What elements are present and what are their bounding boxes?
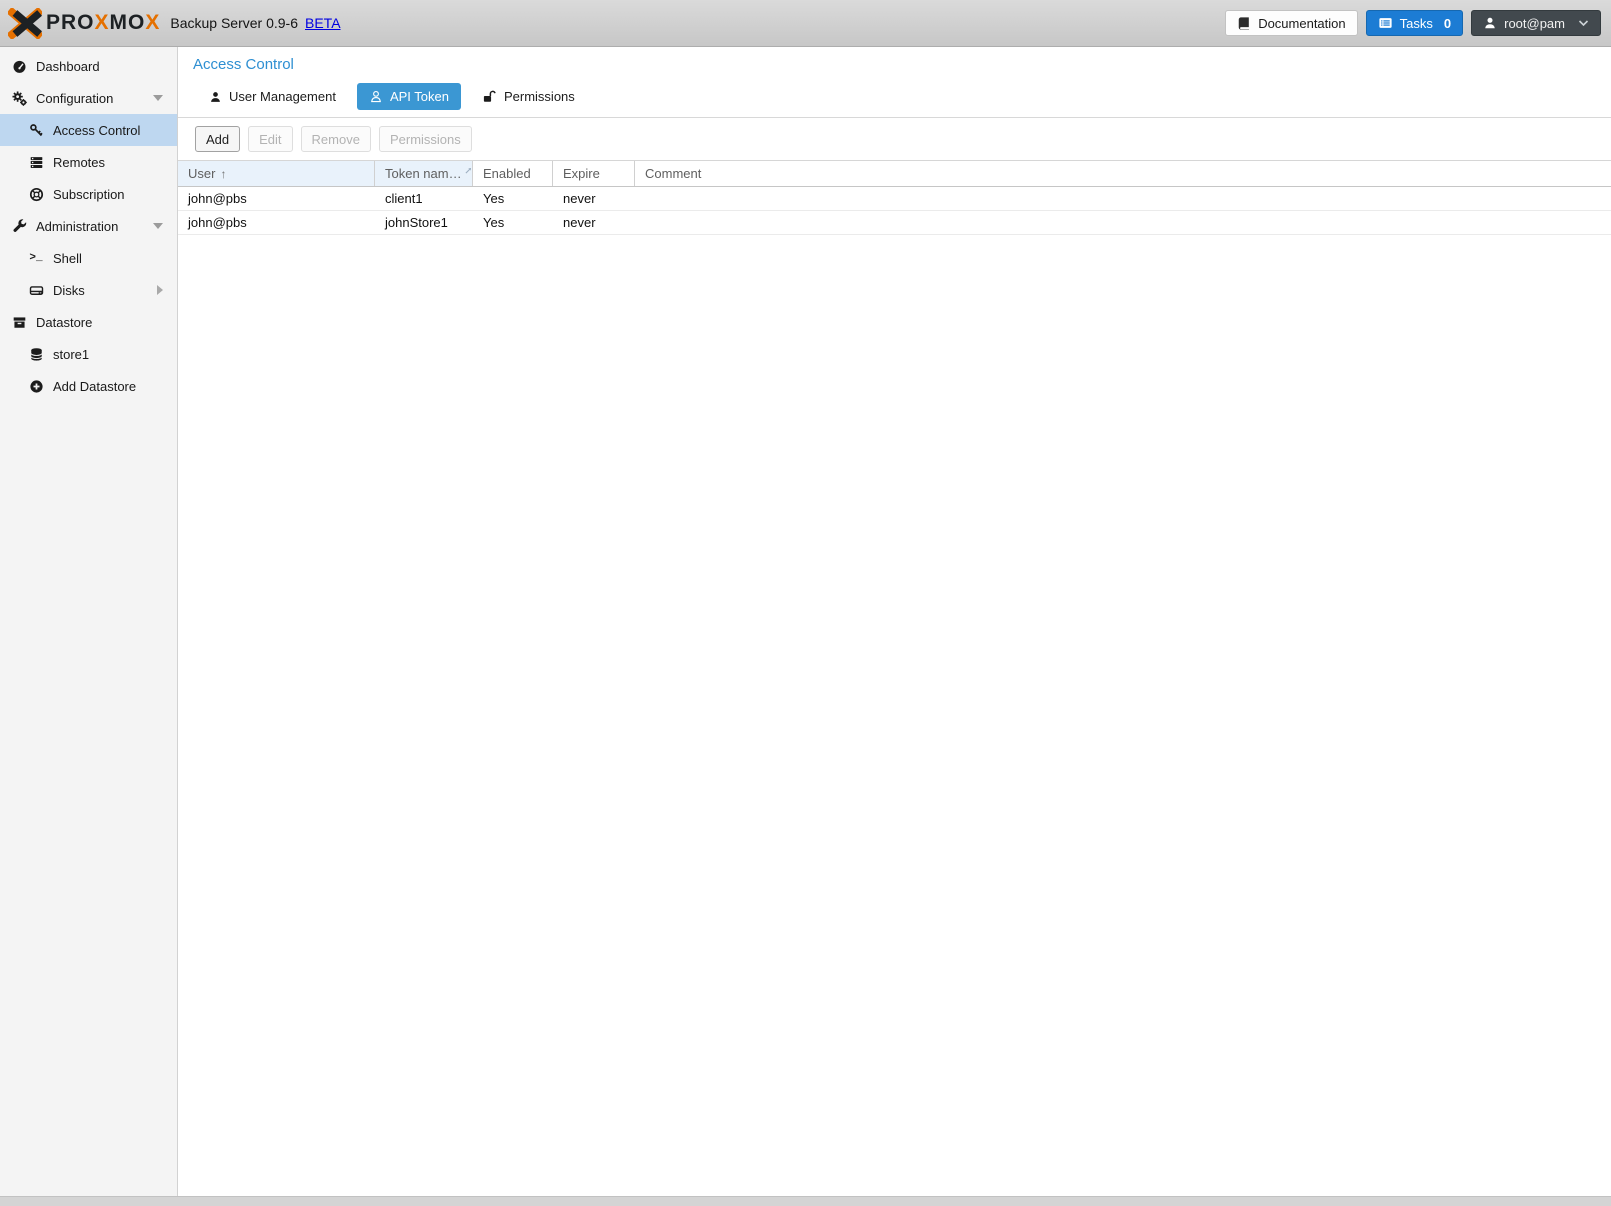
column-header-token-name[interactable]: Token nam…: [375, 161, 473, 186]
tab-api-token[interactable]: API Token: [357, 83, 461, 110]
cell-expire: never: [553, 191, 635, 206]
user-menu-button[interactable]: root@pam: [1471, 10, 1601, 36]
beta-link[interactable]: BETA: [305, 15, 341, 31]
sidebar-item-administration[interactable]: Administration: [0, 210, 177, 242]
table-header: User ↑ Token nam… Enabled Expire Comme: [178, 160, 1611, 187]
add-button[interactable]: Add: [195, 126, 240, 152]
column-header-user[interactable]: User ↑: [178, 161, 375, 186]
page-title: Access Control: [193, 56, 1611, 73]
user-icon: [209, 90, 222, 104]
sidebar-item-label: Datastore: [36, 315, 92, 330]
sidebar-item-label: Dashboard: [36, 59, 100, 74]
sidebar-item-remotes[interactable]: Remotes: [0, 146, 177, 178]
sidebar-item-configuration[interactable]: Configuration: [0, 82, 177, 114]
sidebar-item-shell[interactable]: >_ Shell: [0, 242, 177, 274]
tab-label: User Management: [229, 89, 336, 104]
chevron-down-icon: [1578, 19, 1589, 27]
tab-label: Permissions: [504, 89, 575, 104]
sidebar-item-label: Remotes: [53, 155, 105, 170]
tachometer-icon: [10, 59, 28, 74]
user-icon: [1483, 16, 1497, 30]
plus-circle-icon: [27, 379, 45, 394]
sort-ascending-icon: ↑: [220, 167, 226, 181]
sidebar-item-access-control[interactable]: Access Control: [0, 114, 177, 146]
main-panel: Access Control User Management: [178, 47, 1611, 1196]
top-header: PROXMOX Backup Server 0.9-6 BETA Documen…: [0, 0, 1611, 47]
tasks-label: Tasks: [1400, 16, 1433, 31]
task-list-icon: [1378, 16, 1393, 30]
documentation-label: Documentation: [1258, 16, 1345, 31]
tab-user-management[interactable]: User Management: [197, 83, 348, 110]
sidebar-item-label: Add Datastore: [53, 379, 136, 394]
tasks-count-badge: 0: [1444, 16, 1451, 31]
sidebar-item-disks[interactable]: Disks: [0, 274, 177, 306]
cell-user: john@pbs: [178, 191, 375, 206]
hdd-icon: [27, 283, 45, 298]
table-row[interactable]: john@pbs johnStore1 Yes never: [178, 211, 1611, 235]
tabbar: User Management API Token: [197, 83, 1611, 110]
sidebar-item-store1[interactable]: store1: [0, 338, 177, 370]
sidebar-item-label: store1: [53, 347, 89, 362]
cell-expire: never: [553, 215, 635, 230]
cell-user: john@pbs: [178, 215, 375, 230]
sidebar-item-subscription[interactable]: Subscription: [0, 178, 177, 210]
window-bottom-edge: [0, 1196, 1611, 1206]
column-header-comment[interactable]: Comment: [635, 161, 1611, 186]
cell-token-name: johnStore1: [375, 215, 473, 230]
life-ring-icon: [27, 187, 45, 202]
database-icon: [27, 347, 45, 362]
terminal-icon: >_: [27, 252, 45, 264]
sidebar: Dashboard: [0, 47, 178, 1196]
proxmox-logo: PROXMOX: [8, 8, 160, 39]
tab-permissions[interactable]: Permissions: [470, 83, 587, 110]
edit-button: Edit: [248, 126, 292, 152]
cell-token-name: client1: [375, 191, 473, 206]
sidebar-item-label: Shell: [53, 251, 82, 266]
secondary-sort-icon: [465, 167, 472, 174]
sidebar-item-label: Configuration: [36, 91, 113, 106]
sidebar-item-label: Disks: [53, 283, 85, 298]
user-label: root@pam: [1504, 16, 1565, 31]
unlock-icon: [482, 90, 497, 104]
toolbar: Add Edit Remove Permissions: [178, 118, 1611, 160]
user-outline-icon: [369, 89, 383, 104]
proxmox-wordmark: PROXMOX: [46, 11, 160, 35]
column-header-expire[interactable]: Expire: [553, 161, 635, 186]
chevron-down-icon: [153, 223, 163, 229]
tasks-button[interactable]: Tasks 0: [1366, 10, 1463, 36]
product-name: Backup Server 0.9-6: [170, 15, 298, 31]
sidebar-item-label: Administration: [36, 219, 118, 234]
gears-icon: [10, 91, 28, 106]
remove-button: Remove: [301, 126, 371, 152]
archive-icon: [10, 315, 28, 330]
documentation-button[interactable]: Documentation: [1225, 10, 1357, 36]
sidebar-item-dashboard[interactable]: Dashboard: [0, 50, 177, 82]
server-list-icon: [27, 155, 45, 170]
sidebar-item-datastore[interactable]: Datastore: [0, 306, 177, 338]
cell-enabled: Yes: [473, 191, 553, 206]
table-row[interactable]: john@pbs client1 Yes never: [178, 187, 1611, 211]
permissions-button: Permissions: [379, 126, 472, 152]
chevron-right-icon: [157, 285, 163, 295]
book-icon: [1237, 16, 1251, 31]
chevron-down-icon: [153, 95, 163, 101]
cell-enabled: Yes: [473, 215, 553, 230]
sidebar-item-add-datastore[interactable]: Add Datastore: [0, 370, 177, 402]
sidebar-item-label: Access Control: [53, 123, 140, 138]
proxmox-x-mark-icon: [8, 8, 42, 39]
column-header-enabled[interactable]: Enabled: [473, 161, 553, 186]
wrench-icon: [10, 219, 28, 234]
key-icon: [27, 123, 45, 138]
sidebar-item-label: Subscription: [53, 187, 125, 202]
tab-label: API Token: [390, 89, 449, 104]
